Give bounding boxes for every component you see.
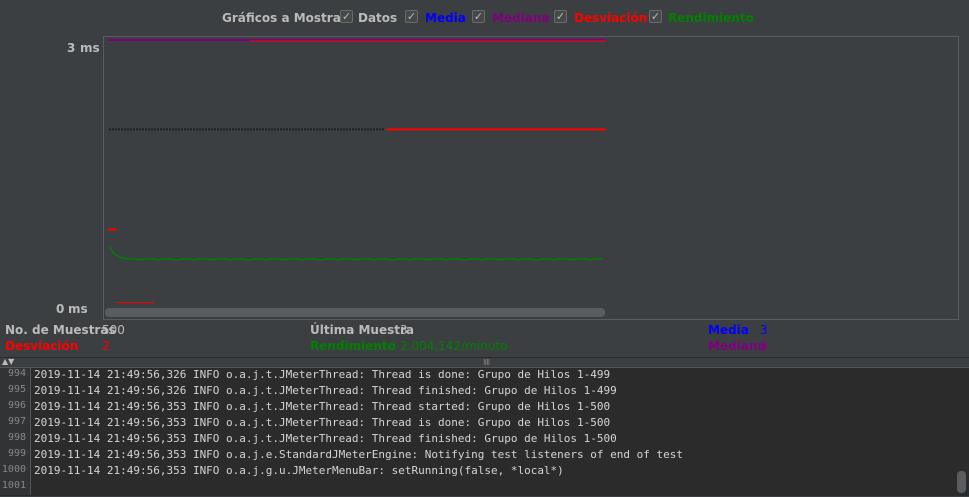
line-number: 1001 (1, 480, 26, 491)
line-number: 998 (7, 432, 26, 443)
log-line: 2019-11-14 21:49:56,353 INFO o.a.j.e.Sta… (34, 448, 684, 461)
log-line: 2019-11-14 21:49:56,353 INFO o.a.j.t.JMe… (34, 432, 617, 445)
y-max-tick: 3 (67, 41, 76, 55)
deviation-value: 2 (102, 339, 110, 353)
log-line: 2019-11-14 21:49:56,353 INFO o.a.j.g.u.J… (34, 464, 564, 477)
collapse-arrows-icon[interactable]: ▲▼ (2, 358, 14, 366)
line-number: 995 (7, 384, 26, 395)
log-line: 2019-11-14 21:49:56,326 INFO o.a.j.t.JMe… (34, 368, 611, 381)
median-label: Mediana (708, 339, 766, 353)
graph-horizontal-scrollbar[interactable] (105, 308, 605, 317)
mean-label: Media (708, 323, 749, 337)
graph-options-bar: Gráficos a Mostrar ✓ Datos ✓ Media ✓ Med… (0, 0, 969, 36)
log-vertical-scrollbar[interactable] (955, 368, 969, 495)
desviacion-label: Desviación (574, 11, 648, 25)
throughput-value: 2.004,142/minuto (400, 339, 508, 353)
deviation-label: Desviación (5, 339, 79, 353)
line-number: 994 (7, 368, 26, 379)
series-datos-line (109, 128, 384, 131)
line-number: 997 (7, 416, 26, 427)
samples-value: 500 (102, 323, 125, 337)
log-viewer[interactable]: 994 995 996 997 998 999 1000 1001 2019-1… (0, 367, 969, 496)
log-line: 2019-11-14 21:49:56,326 INFO o.a.j.t.JMe… (34, 384, 617, 397)
datos-checkbox[interactable]: ✓ (340, 10, 353, 23)
y-min-unit: ms (68, 302, 88, 316)
graph-area (103, 36, 959, 320)
datos-label: Datos (358, 11, 398, 25)
mediana-checkbox[interactable]: ✓ (472, 10, 485, 23)
y-max-unit: ms (80, 41, 100, 55)
log-line: 2019-11-14 21:49:56,353 INFO o.a.j.t.JMe… (34, 416, 611, 429)
last-sample-label: Última Muestra (310, 323, 415, 337)
line-number: 996 (7, 400, 26, 411)
series-rendimiento-line (109, 246, 602, 261)
y-min-tick: 0 (56, 302, 65, 316)
last-sample-value: 3 (400, 323, 408, 337)
throughput-label: Rendimiento (310, 339, 396, 353)
mediana-label: Mediana (492, 11, 550, 25)
line-number: 999 (7, 448, 26, 459)
samples-label: No. de Muestras (5, 323, 116, 337)
stats-panel: No. de Muestras 500 Última Muestra 3 Med… (0, 322, 969, 356)
log-line: 2019-11-14 21:49:56,353 INFO o.a.j.t.JMe… (34, 400, 611, 413)
grip-dots-icon[interactable]: ⁝⁝⁝⁝ (483, 358, 490, 367)
mean-value: 3 (760, 323, 768, 337)
rendimiento-label: Rendimiento (668, 11, 754, 25)
graph-plot (108, 39, 606, 304)
line-number-gutter: 994 995 996 997 998 999 1000 1001 (0, 368, 31, 495)
log-scroll-thumb[interactable] (957, 471, 966, 493)
rendimiento-checkbox[interactable]: ✓ (649, 10, 662, 23)
legend-title: Gráficos a Mostrar (222, 11, 347, 25)
line-number: 1000 (1, 464, 26, 475)
media-checkbox[interactable]: ✓ (405, 10, 418, 23)
desviacion-checkbox[interactable]: ✓ (554, 10, 567, 23)
median-value: 3 (760, 339, 768, 353)
media-label: Media (425, 11, 466, 25)
